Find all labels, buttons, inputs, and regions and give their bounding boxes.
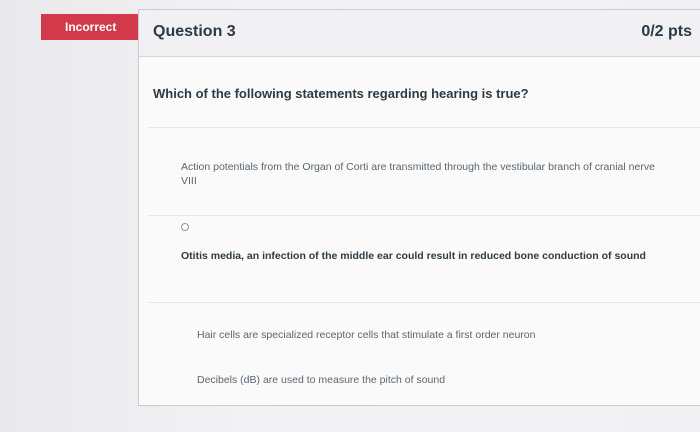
question-header: Question 3 0/2 pts [139,10,700,57]
answer-option-2[interactable]: Otitis media, an infection of the middle… [181,249,671,263]
answer-option-1[interactable]: Action potentials from the Organ of Cort… [181,160,671,188]
incorrect-badge-label: Incorrect [65,20,117,34]
incorrect-badge: Incorrect [41,14,147,40]
divider [149,302,700,303]
answer-option-4[interactable]: Decibels (dB) are used to measure the pi… [197,373,687,387]
divider [149,127,700,128]
selected-radio-icon[interactable] [181,223,189,231]
answer-option-3[interactable]: Hair cells are specialized receptor cell… [197,328,687,342]
question-title: Question 3 [153,23,236,40]
divider [149,215,700,216]
question-points: 0/2 pts [641,23,692,40]
question-card: Question 3 0/2 pts Which of the followin… [138,9,700,406]
question-text: Which of the following statements regard… [153,86,529,101]
